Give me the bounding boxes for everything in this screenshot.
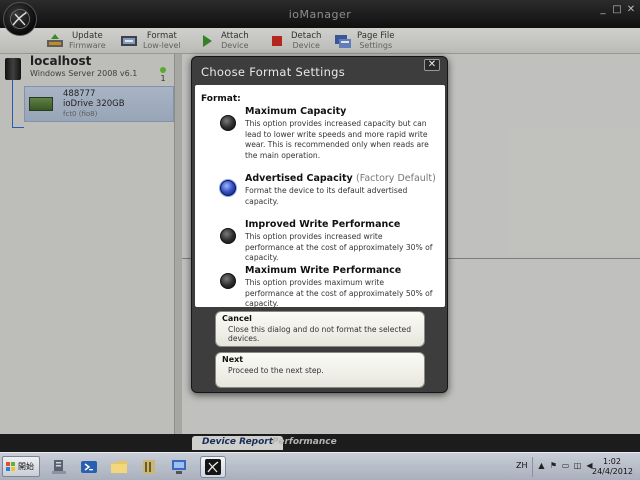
format-options-panel: Format: Maximum Capacity This option pro… xyxy=(195,85,445,308)
option-description: This option provides increased write per… xyxy=(245,232,433,262)
next-description: Proceed to the next step. xyxy=(228,366,324,375)
option-description: Format the device to its default adverti… xyxy=(245,186,408,206)
option-title: Improved Write Performance xyxy=(245,219,401,230)
tab-performance[interactable]: Performance xyxy=(262,436,347,450)
format-label: Format: xyxy=(201,94,241,104)
clock-date: 24/4/2012 xyxy=(592,467,634,476)
close-window-button[interactable]: ✕ xyxy=(624,4,638,17)
radio-advertised-capacity[interactable] xyxy=(220,180,236,196)
start-button[interactable]: 開始 xyxy=(2,456,40,477)
maximize-button[interactable]: □ xyxy=(610,4,624,17)
window-title: ioManager xyxy=(288,8,352,21)
explorer-task[interactable] xyxy=(106,456,132,478)
option-subtitle: (Factory Default) xyxy=(356,173,436,184)
radio-maximum-capacity[interactable] xyxy=(220,115,236,131)
option-title-text: Advertised Capacity xyxy=(245,173,353,184)
minimize-button[interactable]: _ xyxy=(596,4,610,17)
tool-task[interactable] xyxy=(136,456,162,478)
option-title: Maximum Write Performance xyxy=(245,265,402,276)
powershell-icon xyxy=(81,461,97,473)
app-logo-icon xyxy=(3,2,37,36)
format-settings-dialog: Choose Format Settings ✕ Format: Maximum… xyxy=(191,56,448,393)
display-tray-icon[interactable]: ▭ xyxy=(561,461,570,471)
system-tray: ▲ ⚑ ▭ ◫ ◀ xyxy=(537,461,594,471)
flag-tray-icon[interactable]: ⚑ xyxy=(549,461,558,471)
bottom-tab-strip: Device Report Performance xyxy=(0,434,640,452)
cancel-description: Close this dialog and do not format the … xyxy=(228,325,412,343)
network-tray-icon[interactable]: ◫ xyxy=(573,461,582,471)
language-indicator[interactable]: ZH xyxy=(516,461,528,470)
network-icon xyxy=(172,460,186,474)
option-description: This option provides maximum write perfo… xyxy=(245,278,433,308)
show-hidden-icons-icon[interactable]: ▲ xyxy=(537,461,546,471)
iomanager-task[interactable] xyxy=(200,456,226,478)
windows-flag-icon xyxy=(6,461,16,472)
radio-maximum-write[interactable] xyxy=(220,273,236,289)
server-manager-icon xyxy=(52,460,66,474)
tray-separator xyxy=(532,457,533,477)
start-label: 開始 xyxy=(18,462,34,471)
network-task[interactable] xyxy=(166,456,192,478)
option-title: Maximum Capacity xyxy=(245,106,347,117)
dialog-close-button[interactable]: ✕ xyxy=(424,59,440,71)
clock-time: 1:02 xyxy=(603,457,621,466)
tools-icon xyxy=(143,460,155,474)
powershell-task[interactable] xyxy=(76,456,102,478)
title-bar: ioManager _ □ ✕ xyxy=(0,0,640,28)
cancel-title: Cancel xyxy=(222,314,252,323)
server-manager-task[interactable] xyxy=(46,456,72,478)
cancel-button[interactable]: Cancel Close this dialog and do not form… xyxy=(215,311,425,347)
option-title: Advertised Capacity (Factory Default) xyxy=(245,173,436,184)
next-button[interactable]: Next Proceed to the next step. xyxy=(215,352,425,388)
taskbar: 開始 ZH ▲ ⚑ ▭ ◫ ◀ 1:02 24/4/2012 xyxy=(0,452,640,480)
radio-improved-write[interactable] xyxy=(220,228,236,244)
next-title: Next xyxy=(222,355,244,364)
dialog-title: Choose Format Settings xyxy=(201,65,346,79)
iomanager-window: ioManager _ □ ✕ Update Firmware Format Low… xyxy=(0,0,640,452)
clock[interactable]: 1:02 24/4/2012 xyxy=(592,457,634,477)
folder-icon xyxy=(111,461,127,473)
option-description: This option provides increased capacity … xyxy=(245,119,429,160)
iomanager-icon xyxy=(205,459,221,475)
